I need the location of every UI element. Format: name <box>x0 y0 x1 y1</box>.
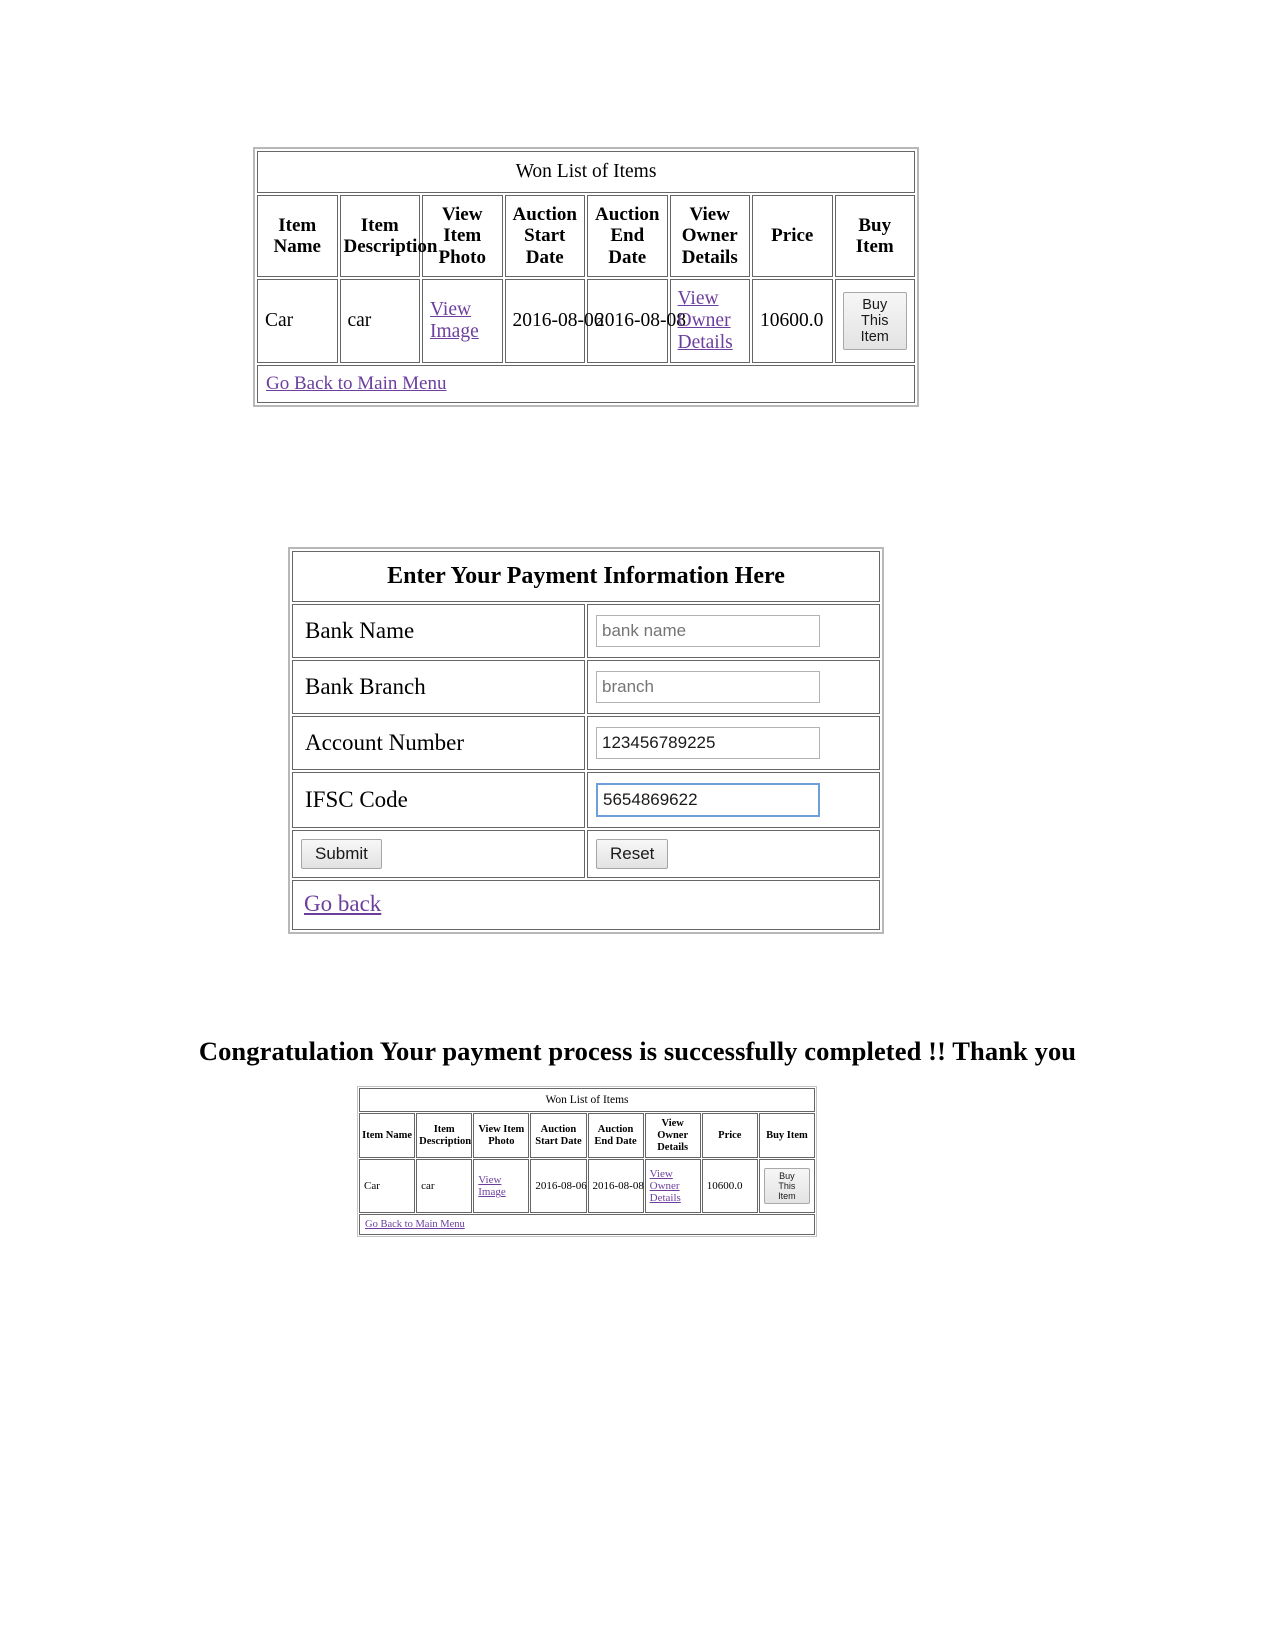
cell-view-owner-details: View Owner Details <box>669 278 750 363</box>
cell-view-owner-details: View Owner Details <box>644 1159 701 1214</box>
payment-footer-row: Go back <box>292 880 880 930</box>
cell-auction-end-date: 2016-08-08 <box>587 278 686 363</box>
column-header-view-item-photo: View Item Photo <box>473 1113 530 1159</box>
table-header-row: Item Name Item Description View Item Pho… <box>257 195 915 277</box>
cell-item-name: Car <box>359 1159 416 1214</box>
payment-form-title: Enter Your Payment Information Here <box>292 551 880 602</box>
table-title-row: Won List of Items <box>257 151 915 193</box>
payment-title-row: Enter Your Payment Information Here <box>292 551 880 602</box>
table-header-row: Item Name Item Description View Item Pho… <box>359 1113 815 1159</box>
bank-name-label: Bank Name <box>292 604 585 658</box>
bank-name-input[interactable] <box>596 615 820 647</box>
bank-branch-input[interactable] <box>596 671 820 703</box>
table-row: Car car View Image 2016-08-06 2016-08-08… <box>359 1159 815 1214</box>
account-number-input[interactable] <box>596 727 820 759</box>
cell-auction-start-date: 2016-08-06 <box>504 278 604 363</box>
cell-item-name: Car <box>257 278 338 363</box>
ifsc-code-label: IFSC Code <box>292 772 585 828</box>
table-row: Car car View Image 2016-08-06 2016-08-08… <box>257 278 915 363</box>
won-list-section-bottom: Won List of Items Item Name Item Descrip… <box>357 1086 817 1238</box>
column-header-view-owner-details: View Owner Details <box>669 195 750 277</box>
view-image-link[interactable]: View Image <box>430 299 479 342</box>
go-back-to-main-menu-link[interactable]: Go Back to Main Menu <box>266 373 446 394</box>
ifsc-code-input[interactable] <box>596 783 820 817</box>
column-header-price: Price <box>701 1113 758 1159</box>
view-owner-details-link[interactable]: View Owner Details <box>678 288 733 353</box>
column-header-price: Price <box>752 195 833 277</box>
payment-actions-row: Submit Reset <box>292 830 880 878</box>
reset-button[interactable]: Reset <box>596 839 669 869</box>
cell-view-item-photo: View Image <box>422 278 503 363</box>
cell-price: 10600.0 <box>701 1159 758 1214</box>
column-header-item-description: Item Description <box>416 1113 473 1159</box>
won-list-title: Won List of Items <box>257 151 915 193</box>
won-list-title: Won List of Items <box>359 1088 815 1112</box>
bank-branch-row: Bank Branch <box>292 660 880 714</box>
column-header-buy-item: Buy Item <box>758 1113 815 1159</box>
column-header-auction-end-date: Auction End Date <box>587 1113 644 1159</box>
column-header-auction-end-date: Auction End Date <box>587 195 668 277</box>
buy-this-item-button[interactable]: Buy This Item <box>842 291 907 350</box>
go-back-link[interactable]: Go back <box>304 891 381 916</box>
bank-name-row: Bank Name <box>292 604 880 658</box>
column-header-buy-item: Buy Item <box>834 195 915 277</box>
cell-view-item-photo: View Image <box>473 1159 530 1214</box>
column-header-item-description: Item Description <box>339 195 437 277</box>
view-owner-details-link[interactable]: View Owner Details <box>650 1168 681 1204</box>
table-footer-row: Go Back to Main Menu <box>257 364 915 403</box>
view-image-link[interactable]: View Image <box>478 1174 505 1198</box>
table-title-row: Won List of Items <box>359 1088 815 1112</box>
table-footer-row: Go Back to Main Menu <box>359 1214 815 1236</box>
buy-this-item-button[interactable]: Buy This Item <box>763 1168 810 1205</box>
submit-button[interactable]: Submit <box>301 839 382 869</box>
payment-form-table: Enter Your Payment Information Here Bank… <box>288 547 884 934</box>
won-list-table-small: Won List of Items Item Name Item Descrip… <box>357 1086 817 1238</box>
column-header-auction-start-date: Auction Start Date <box>530 1113 587 1159</box>
column-header-item-name: Item Name <box>257 195 338 277</box>
cell-price: 10600.0 <box>752 278 833 363</box>
go-back-to-main-menu-link[interactable]: Go Back to Main Menu <box>365 1219 465 1230</box>
cell-auction-end-date: 2016-08-08 <box>587 1159 644 1214</box>
column-header-auction-start-date: Auction Start Date <box>504 195 585 277</box>
bank-branch-label: Bank Branch <box>292 660 585 714</box>
cell-item-description: car <box>416 1159 473 1214</box>
account-number-row: Account Number <box>292 716 880 770</box>
ifsc-code-row: IFSC Code <box>292 772 880 828</box>
payment-confirmation-message: Congratulation Your payment process is s… <box>198 1036 1077 1066</box>
column-header-view-owner-details: View Owner Details <box>644 1113 701 1159</box>
cell-item-description: car <box>339 278 420 363</box>
cell-buy-item: Buy This Item <box>758 1159 815 1214</box>
won-list-table: Won List of Items Item Name Item Descrip… <box>253 147 919 407</box>
payment-form-section: Enter Your Payment Information Here Bank… <box>288 547 884 934</box>
cell-buy-item: Buy This Item <box>834 278 915 363</box>
account-number-label: Account Number <box>292 716 585 770</box>
won-list-section-top: Won List of Items Item Name Item Descrip… <box>253 147 919 407</box>
column-header-item-name: Item Name <box>359 1113 416 1159</box>
cell-auction-start-date: 2016-08-06 <box>530 1159 587 1214</box>
